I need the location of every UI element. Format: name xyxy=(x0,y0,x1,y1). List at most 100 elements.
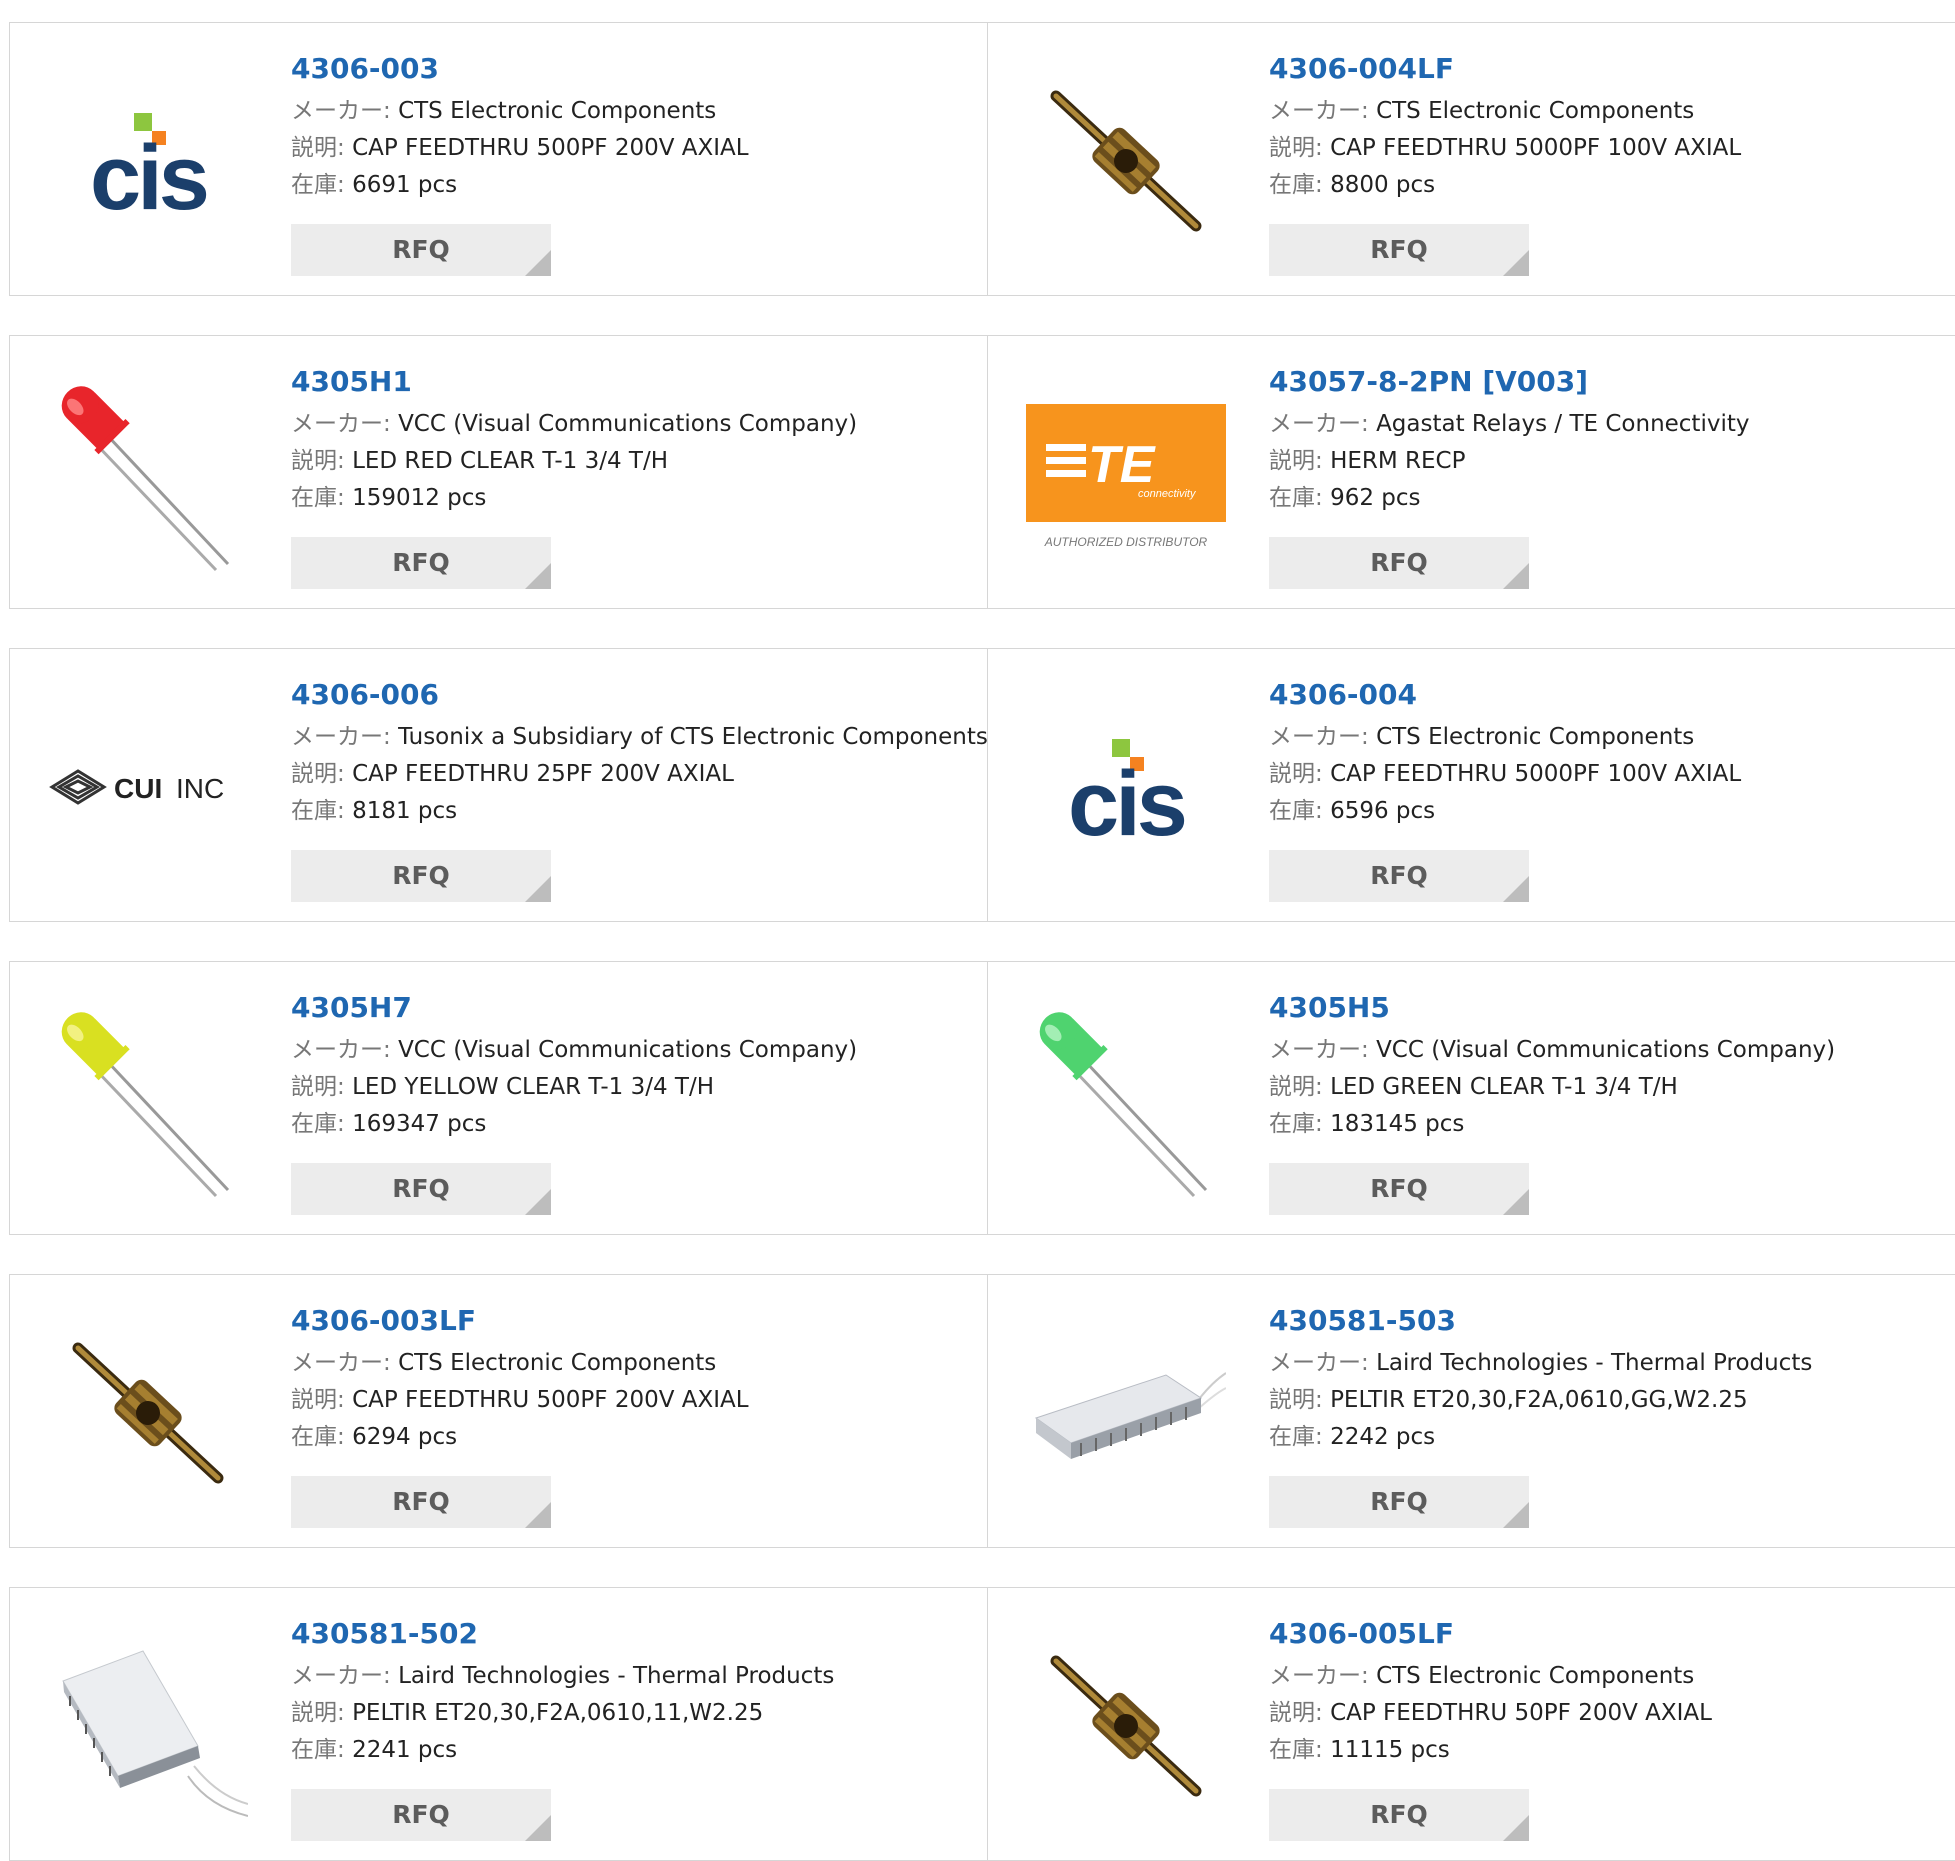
feedthru-capacitor-image[interactable] xyxy=(1026,61,1226,261)
peltier-module-angled-image[interactable] xyxy=(48,1626,248,1826)
description-label: 説明: xyxy=(1269,448,1323,474)
manufacturer-value: VCC (Visual Communications Company) xyxy=(1376,1037,1836,1063)
description-line: 説明: CAP FEEDTHRU 25PF 200V AXIAL xyxy=(291,756,977,793)
product-card: 4305H7 メーカー: VCC (Visual Communications … xyxy=(9,961,988,1235)
part-number-link[interactable]: 4305H7 xyxy=(291,988,977,1028)
rfq-button[interactable]: RFQ xyxy=(1269,537,1529,589)
part-number-link[interactable]: 430581-503 xyxy=(1269,1301,1955,1341)
stock-label: 在庫: xyxy=(1269,1111,1323,1137)
manufacturer-line: メーカー: CTS Electronic Components xyxy=(1269,93,1955,130)
part-number-link[interactable]: 4305H5 xyxy=(1269,988,1955,1028)
manufacturer-value: Laird Technologies - Thermal Products xyxy=(398,1663,835,1689)
description-value: PELTIR ET20,30,F2A,0610,11,W2.25 xyxy=(352,1700,764,1726)
rfq-button[interactable]: RFQ xyxy=(1269,1789,1529,1841)
stock-value: 169347 pcs xyxy=(352,1111,487,1137)
stock-line: 在庫: 6691 pcs xyxy=(291,167,977,204)
stock-line: 在庫: 6294 pcs xyxy=(291,1419,977,1456)
product-info: 4306-004LF メーカー: CTS Electronic Componen… xyxy=(1269,49,1955,204)
stock-value: 6596 pcs xyxy=(1330,798,1436,824)
part-number-link[interactable]: 4306-003LF xyxy=(291,1301,977,1341)
product-info: 430581-502 メーカー: Laird Technologies - Th… xyxy=(291,1614,977,1769)
stock-value: 8181 pcs xyxy=(352,798,458,824)
description-line: 説明: HERM RECP xyxy=(1269,443,1955,480)
description-value: CAP FEEDTHRU 5000PF 100V AXIAL xyxy=(1330,135,1742,161)
manufacturer-value: Agastat Relays / TE Connectivity xyxy=(1376,411,1750,437)
product-info: 4306-006 メーカー: Tusonix a Subsidiary of C… xyxy=(291,675,988,830)
description-line: 説明: CAP FEEDTHRU 50PF 200V AXIAL xyxy=(1269,1695,1955,1732)
product-card: cis 4306-003 メーカー: CTS Electronic Compon… xyxy=(9,22,988,296)
product-card: 4306-004LF メーカー: CTS Electronic Componen… xyxy=(987,22,1955,296)
part-number-link[interactable]: 430581-502 xyxy=(291,1614,977,1654)
rfq-button[interactable]: RFQ xyxy=(291,1163,551,1215)
part-number-link[interactable]: 4306-004LF xyxy=(1269,49,1955,89)
rfq-label: RFQ xyxy=(1370,1487,1428,1516)
svg-text:AUTHORIZED DISTRIBUTOR: AUTHORIZED DISTRIBUTOR xyxy=(1044,535,1208,549)
manufacturer-line: メーカー: VCC (Visual Communications Company… xyxy=(291,1032,977,1069)
description-line: 説明: LED RED CLEAR T-1 3/4 T/H xyxy=(291,443,977,480)
te-logo-image[interactable]: TE connectivity AUTHORIZED DISTRIBUTOR xyxy=(1026,374,1226,574)
description-line: 説明: CAP FEEDTHRU 500PF 200V AXIAL xyxy=(291,1382,977,1419)
rfq-button[interactable]: RFQ xyxy=(1269,224,1529,276)
stock-line: 在庫: 6596 pcs xyxy=(1269,793,1955,830)
rfq-button[interactable]: RFQ xyxy=(291,1476,551,1528)
description-line: 説明: LED YELLOW CLEAR T-1 3/4 T/H xyxy=(291,1069,977,1106)
manufacturer-label: メーカー: xyxy=(1269,724,1369,750)
corner-triangle-icon xyxy=(1503,250,1529,276)
manufacturer-value: CTS Electronic Components xyxy=(398,98,717,124)
product-info: 4306-004 メーカー: CTS Electronic Components… xyxy=(1269,675,1955,830)
product-card: 430581-502 メーカー: Laird Technologies - Th… xyxy=(9,1587,988,1861)
part-number-link[interactable]: 4306-006 xyxy=(291,675,977,715)
rfq-button[interactable]: RFQ xyxy=(1269,1163,1529,1215)
rfq-button[interactable]: RFQ xyxy=(291,1789,551,1841)
manufacturer-label: メーカー: xyxy=(291,411,391,437)
manufacturer-label: メーカー: xyxy=(291,724,391,750)
svg-text:connectivity: connectivity xyxy=(1138,488,1197,500)
cts-logo-image[interactable]: cis xyxy=(48,61,248,261)
part-number-link[interactable]: 4306-003 xyxy=(291,49,977,89)
stock-value: 183145 pcs xyxy=(1330,1111,1465,1137)
led-yellow-image[interactable] xyxy=(48,1000,248,1200)
description-label: 説明: xyxy=(291,1074,345,1100)
product-row: 430581-502 メーカー: Laird Technologies - Th… xyxy=(9,1565,1955,1861)
stock-line: 在庫: 159012 pcs xyxy=(291,480,977,517)
stock-label: 在庫: xyxy=(1269,1737,1323,1763)
description-value: CAP FEEDTHRU 500PF 200V AXIAL xyxy=(352,1387,749,1413)
rfq-button[interactable]: RFQ xyxy=(291,224,551,276)
rfq-button[interactable]: RFQ xyxy=(291,537,551,589)
description-value: LED YELLOW CLEAR T-1 3/4 T/H xyxy=(352,1074,715,1100)
stock-line: 在庫: 8800 pcs xyxy=(1269,167,1955,204)
description-value: HERM RECP xyxy=(1330,448,1466,474)
product-info: 4306-003LF メーカー: CTS Electronic Componen… xyxy=(291,1301,977,1456)
rfq-button[interactable]: RFQ xyxy=(1269,1476,1529,1528)
description-line: 説明: CAP FEEDTHRU 5000PF 100V AXIAL xyxy=(1269,756,1955,793)
svg-text:INC: INC xyxy=(176,773,224,804)
description-label: 説明: xyxy=(291,448,345,474)
description-value: LED RED CLEAR T-1 3/4 T/H xyxy=(352,448,668,474)
description-line: 説明: LED GREEN CLEAR T-1 3/4 T/H xyxy=(1269,1069,1955,1106)
part-number-link[interactable]: 4306-004 xyxy=(1269,675,1955,715)
rfq-label: RFQ xyxy=(392,1174,450,1203)
manufacturer-value: CTS Electronic Components xyxy=(1376,98,1695,124)
cts-logo-image[interactable]: cis xyxy=(1026,687,1226,887)
stock-label: 在庫: xyxy=(291,172,345,198)
part-number-link[interactable]: 4306-005LF xyxy=(1269,1614,1955,1654)
part-number-link[interactable]: 4305H1 xyxy=(291,362,977,402)
peltier-module-image[interactable] xyxy=(1026,1313,1226,1513)
led-red-image[interactable] xyxy=(48,374,248,574)
manufacturer-line: メーカー: CTS Electronic Components xyxy=(291,1345,977,1382)
led-green-image[interactable] xyxy=(1026,1000,1226,1200)
manufacturer-value: CTS Electronic Components xyxy=(1376,724,1695,750)
corner-triangle-icon xyxy=(1503,1815,1529,1841)
rfq-button[interactable]: RFQ xyxy=(1269,850,1529,902)
feedthru-capacitor-image[interactable] xyxy=(1026,1626,1226,1826)
part-number-link[interactable]: 43057-8-2PN [V003] xyxy=(1269,362,1955,402)
cui-logo-image[interactable]: CUI INC xyxy=(48,687,248,887)
feedthru-capacitor-image[interactable] xyxy=(48,1313,248,1513)
rfq-button[interactable]: RFQ xyxy=(291,850,551,902)
product-card: cis 4306-004 メーカー: CTS Electronic Compon… xyxy=(987,648,1955,922)
manufacturer-label: メーカー: xyxy=(1269,411,1369,437)
description-label: 説明: xyxy=(291,761,345,787)
product-row: 4305H1 メーカー: VCC (Visual Communications … xyxy=(9,313,1955,609)
description-line: 説明: PELTIR ET20,30,F2A,0610,GG,W2.25 xyxy=(1269,1382,1955,1419)
corner-triangle-icon xyxy=(525,1189,551,1215)
